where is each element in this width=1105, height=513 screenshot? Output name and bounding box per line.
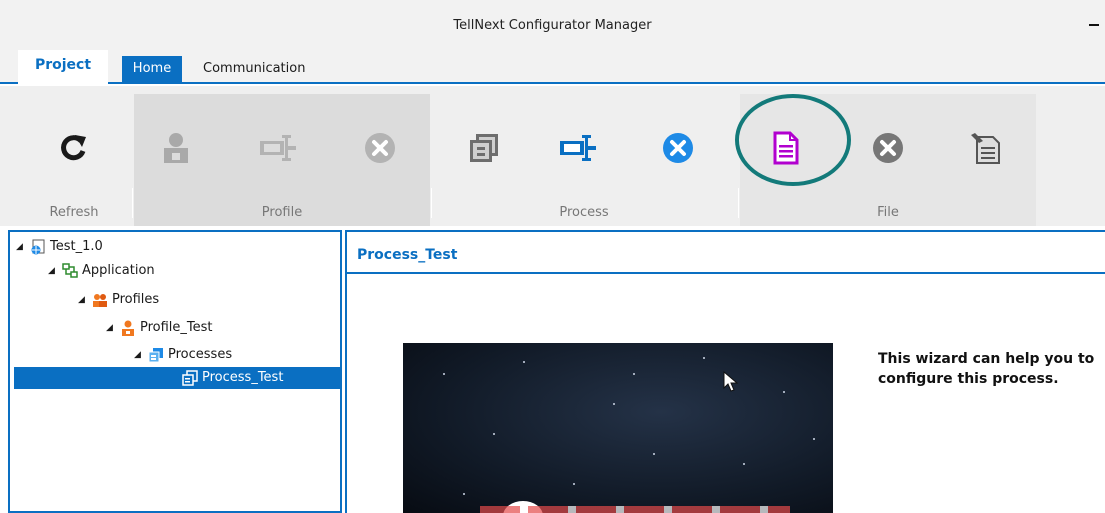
- group-divider: [738, 188, 739, 218]
- minimize-button[interactable]: [1087, 14, 1101, 28]
- delete-file-button[interactable]: [864, 124, 912, 172]
- group-label-profile: Profile: [261, 205, 303, 220]
- project-globe-icon: [30, 239, 46, 255]
- ribbon-group-process: Process: [432, 94, 736, 226]
- partial-red-banner: [480, 506, 790, 513]
- add-process-icon: [470, 134, 498, 162]
- expand-triangle-icon[interactable]: ◢: [16, 236, 30, 258]
- delete-icon: [873, 133, 903, 163]
- window-title: TellNext Configurator Manager: [453, 18, 652, 33]
- project-tree: ◢ Test_1.0 ◢ Application ◢ Profiles ◢ Pr…: [8, 230, 342, 513]
- process-icon: [182, 370, 198, 386]
- mouse-cursor-icon: [723, 371, 739, 392]
- group-label-file: File: [877, 205, 899, 220]
- wizard-description: This wizard can help you to configure th…: [878, 351, 1095, 387]
- add-profile-button[interactable]: [152, 124, 200, 172]
- tab-communication[interactable]: Communication: [203, 56, 305, 84]
- ribbon-group-profile: Profile: [134, 94, 430, 226]
- edit-process-button[interactable]: [554, 124, 602, 172]
- wizard-image: [403, 343, 833, 513]
- tree-node-label: Profile_Test: [140, 320, 213, 335]
- ribbon-tab-strip: Project Home Communication: [0, 50, 1105, 84]
- tree-node-label: Process_Test: [202, 370, 284, 385]
- ribbon: Refresh Profile Process File: [0, 86, 1105, 226]
- delete-process-button[interactable]: [654, 124, 702, 172]
- document-icon: [773, 131, 799, 165]
- tree-node-label: Application: [82, 263, 155, 278]
- expand-triangle-icon[interactable]: ◢: [134, 344, 148, 366]
- edit-connector-icon: [260, 135, 296, 161]
- expand-triangle-icon[interactable]: ◢: [48, 260, 62, 282]
- tree-node-process-test[interactable]: Process_Test: [14, 367, 340, 389]
- profiles-icon: [92, 292, 108, 308]
- profile-icon: [120, 320, 136, 336]
- tree-node-label: Processes: [168, 347, 233, 362]
- tab-home[interactable]: Home: [122, 56, 182, 84]
- refresh-icon: [61, 135, 86, 161]
- edit-connector-icon: [560, 135, 596, 161]
- ribbon-group-file: File: [740, 94, 1036, 226]
- delete-profile-button[interactable]: [356, 124, 404, 172]
- process-detail-panel: Process_Test This wizard can help you to…: [345, 230, 1105, 513]
- ribbon-group-refresh: Refresh: [18, 94, 130, 226]
- processes-icon: [148, 347, 164, 363]
- group-label-refresh: Refresh: [49, 205, 99, 220]
- edit-document-icon: [971, 133, 1000, 164]
- title-bar: TellNext Configurator Manager: [0, 0, 1105, 50]
- refresh-button[interactable]: [50, 124, 98, 172]
- expand-triangle-icon[interactable]: ◢: [78, 289, 92, 311]
- tree-node-label: Test_1.0: [50, 239, 103, 254]
- group-divider: [431, 188, 432, 218]
- tree-node-processes[interactable]: ◢ Processes: [134, 344, 232, 366]
- new-file-button[interactable]: [762, 124, 810, 172]
- tree-node-label: Profiles: [112, 292, 160, 307]
- add-process-button[interactable]: [460, 124, 508, 172]
- tree-node-profiles[interactable]: ◢ Profiles: [78, 289, 159, 311]
- group-divider: [132, 188, 133, 218]
- tab-project[interactable]: Project: [18, 50, 108, 84]
- delete-icon: [663, 133, 693, 163]
- edit-profile-button[interactable]: [254, 124, 302, 172]
- delete-icon: [365, 133, 395, 163]
- panel-header: Process_Test: [347, 232, 1105, 274]
- add-profile-icon: [164, 133, 188, 163]
- tree-node-profile-test[interactable]: ◢ Profile_Test: [106, 317, 213, 339]
- edit-file-button[interactable]: [962, 124, 1010, 172]
- application-icon: [62, 263, 78, 279]
- tree-node-test[interactable]: ◢ Test_1.0: [16, 236, 103, 258]
- tree-node-application[interactable]: ◢ Application: [48, 260, 155, 282]
- group-label-process: Process: [559, 205, 609, 220]
- panel-title: Process_Test: [357, 247, 458, 263]
- expand-triangle-icon[interactable]: ◢: [106, 317, 120, 339]
